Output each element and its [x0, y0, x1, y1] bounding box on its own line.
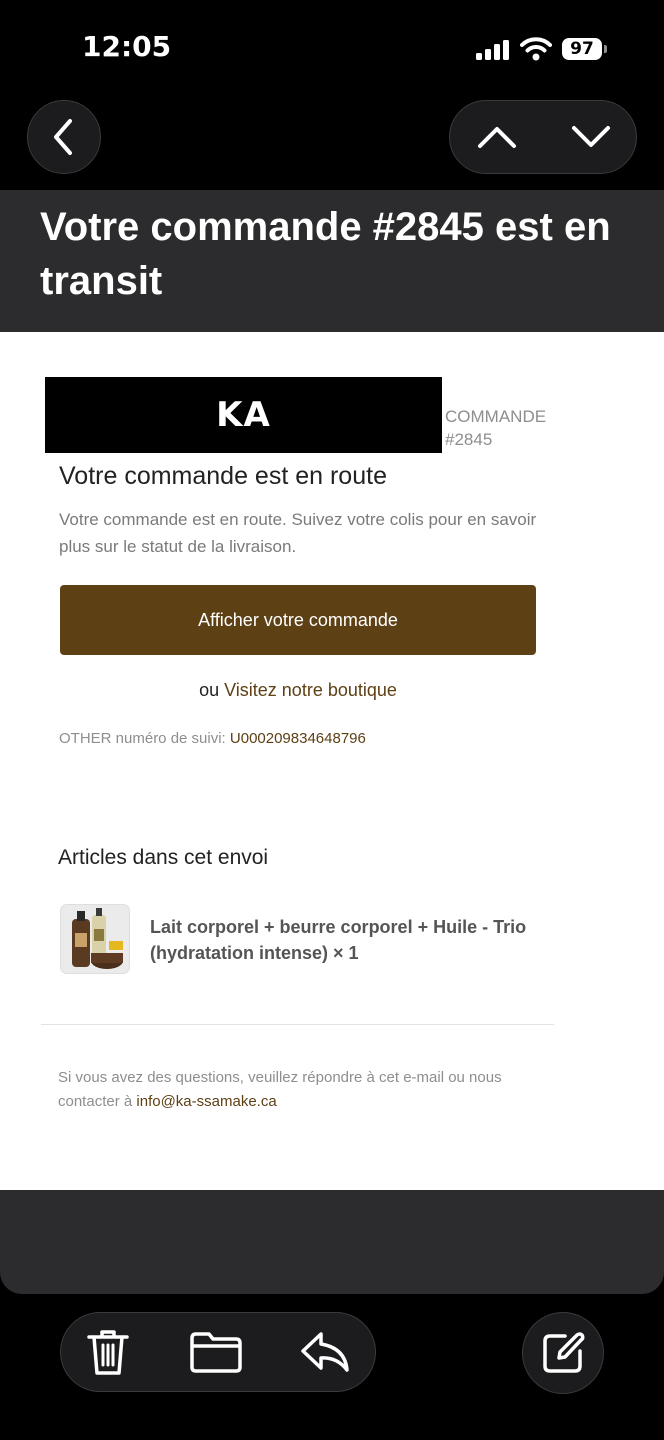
chevron-up-icon [478, 127, 516, 148]
bottom-toolbar [60, 1312, 376, 1392]
previous-message-button[interactable] [450, 101, 544, 173]
email-body: KA COMMANDE #2845 Votre commande est en … [0, 332, 664, 1190]
cellular-signal-icon [476, 40, 509, 60]
trash-icon [87, 1330, 129, 1375]
message-navigation [449, 100, 637, 174]
chevron-down-icon [572, 126, 610, 147]
battery-level: 97 [562, 38, 602, 60]
footer-text: Si vous avez des questions, veuillez rép… [58, 1069, 502, 1110]
status-time: 12:05 [82, 30, 172, 63]
next-message-button[interactable] [544, 101, 638, 173]
move-to-folder-button[interactable] [179, 1313, 253, 1391]
articles-heading: Articles dans cet envoi [58, 846, 269, 869]
battery-indicator: 97 [562, 38, 608, 62]
compose-button[interactable] [522, 1312, 604, 1394]
product-image [60, 904, 130, 974]
tracking-number-link[interactable]: U000209834648796 [230, 730, 366, 747]
folder-icon [190, 1332, 242, 1373]
product-bottles-image [61, 905, 129, 973]
shipping-description: Votre commande est en route. Suivez votr… [59, 510, 537, 556]
order-number-label: COMMANDE #2845 [445, 405, 546, 451]
order-label-line2: #2845 [445, 430, 493, 449]
back-button[interactable] [27, 100, 101, 174]
reply-icon [301, 1332, 349, 1372]
contact-email-link[interactable]: info@ka-ssamake.ca [136, 1093, 276, 1110]
brand-logo: KA [216, 395, 271, 435]
or-text: ou [199, 680, 225, 700]
battery-nub [604, 45, 607, 53]
visit-shop-link[interactable]: Visitez notre boutique [224, 680, 397, 700]
delete-button[interactable] [73, 1313, 143, 1391]
section-divider [41, 1024, 554, 1025]
tracking-info: OTHER numéro de suivi: U000209834648796 [59, 730, 366, 747]
product-name: Lait corporel + beurre corporel + Huile … [150, 917, 527, 963]
wifi-icon [520, 37, 552, 61]
tracking-label: OTHER numéro de suivi: [59, 730, 230, 747]
email-bottom-area [0, 1190, 664, 1294]
compose-icon [543, 1332, 585, 1373]
shipping-heading: Votre commande est en route [59, 462, 387, 490]
footer-note: Si vous avez des questions, veuillez rép… [58, 1066, 538, 1114]
shop-link-line: ou Visitez notre boutique [0, 680, 596, 701]
brand-logo-banner: KA [45, 377, 442, 453]
view-order-button[interactable]: Afficher votre commande [60, 585, 536, 655]
reply-button[interactable] [287, 1313, 363, 1391]
chevron-left-icon [54, 119, 72, 155]
order-label-line1: COMMANDE [445, 407, 547, 426]
status-bar: 12:05 97 [0, 0, 664, 96]
email-subject: Votre commande #2845 est en transit [40, 205, 611, 303]
